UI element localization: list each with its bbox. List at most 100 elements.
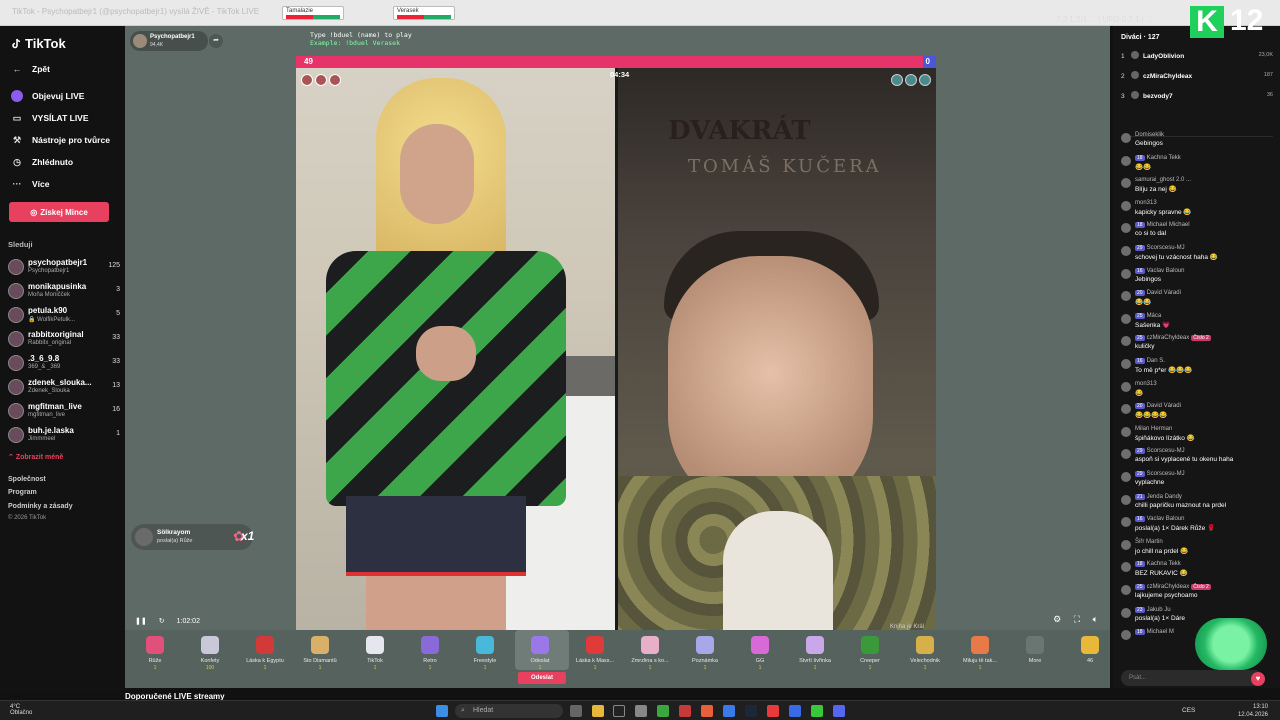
tiktok-app-icon[interactable]	[613, 705, 625, 717]
gift-item[interactable]: 46	[1064, 636, 1116, 682]
gift-item[interactable]: Freestyle 1	[459, 636, 511, 682]
gift-item[interactable]: More	[1009, 636, 1061, 682]
level-badge: 18	[1135, 222, 1145, 229]
nav-explore-live[interactable]: Objevuj LIVE	[10, 87, 84, 105]
task-view-icon[interactable]	[570, 705, 582, 717]
viewer-rank: 3	[1121, 93, 1125, 100]
chat-username: czMiraChyldeax	[1146, 584, 1190, 590]
gift-item[interactable]: Creeper 1	[844, 636, 896, 682]
nav-history[interactable]: ◷ Zhlédnuto	[10, 153, 73, 171]
gifter-avatar[interactable]	[301, 74, 313, 86]
level-badge: 23	[1135, 606, 1145, 613]
gifter-avatar[interactable]	[891, 74, 903, 86]
gifter-avatar[interactable]	[315, 74, 327, 86]
xbox-icon[interactable]	[657, 705, 669, 717]
pause-icon[interactable]: ❚❚	[135, 617, 147, 625]
nav-go-live[interactable]: ▭ VYSÍLAT LIVE	[10, 109, 89, 127]
app-icon[interactable]	[789, 705, 801, 717]
following-sub: Jimmmeel	[28, 436, 56, 442]
following-count: 13	[112, 382, 120, 389]
gift-item[interactable]: Velechodnik 1	[899, 636, 951, 682]
chat-username: Vaclav Baloun	[1146, 516, 1185, 523]
following-name: buh.je.laska	[28, 426, 74, 435]
gift-item[interactable]: Sto Diamantů 1	[294, 636, 346, 682]
get-coins-button[interactable]: ◎ Získej Mince	[9, 202, 109, 222]
chat-meta: 29 Scorscesu-MJ	[1135, 471, 1185, 477]
following-item[interactable]: mgfitman_live mgfitman_live 16	[8, 400, 120, 422]
gift-item[interactable]: TikTok 1	[349, 636, 401, 682]
gifter-avatar[interactable]	[329, 74, 341, 86]
gift-item[interactable]: Miluju tě tak... 1	[954, 636, 1006, 682]
gift-item[interactable]: Retro 1	[404, 636, 456, 682]
app-icon[interactable]	[679, 705, 691, 717]
top-viewer[interactable]: 2 czMiraChyldeax 187	[1121, 71, 1273, 83]
chat-meta: 18 Kachna Tekk	[1135, 561, 1181, 568]
gifter-avatar[interactable]	[919, 74, 931, 86]
level-badge: 16	[1135, 516, 1145, 523]
clock[interactable]: 13:10 12.04.2026	[1238, 703, 1268, 719]
weather-widget[interactable]: 4°C Oblačno	[10, 704, 32, 716]
top-viewer[interactable]: 1 LadyOblivion 23,0K	[1121, 51, 1273, 63]
settings-app-icon[interactable]	[635, 705, 647, 717]
player-controls: ❚❚ ↻ 1:02:02	[135, 614, 212, 628]
gift-icon	[971, 636, 989, 654]
gift-item[interactable]: GG 1	[734, 636, 786, 682]
gift-item[interactable]: Poznámka 1	[679, 636, 731, 682]
chat-meta: 23 Jakub Ju	[1135, 606, 1171, 613]
browser-tab-title[interactable]: TikTok - Psychopatbejr1 (@psychopatbejr1…	[12, 7, 259, 16]
following-item[interactable]: .3_6_9.8 369_& _369 33	[8, 352, 120, 374]
show-less-link[interactable]: ⌃ Zobrazit méně	[8, 453, 63, 461]
footer-link-terms[interactable]: Podmínky a zásady	[8, 503, 73, 510]
volume-icon[interactable]: 🔈︎	[1093, 614, 1098, 624]
taskbar-search[interactable]: ⌕ Hledat	[455, 704, 563, 718]
footer-link-program[interactable]: Program	[8, 489, 37, 496]
gift-item[interactable]: Zmrzlina s ko... 1	[624, 636, 676, 682]
chat-text: 😂	[1135, 389, 1144, 397]
windows-start-icon[interactable]	[436, 705, 448, 717]
level-badge: 29	[1135, 471, 1145, 477]
gifter-avatar[interactable]	[905, 74, 917, 86]
chat-username: David Váradi	[1146, 290, 1181, 297]
chat-username: Scorscesu-MJ	[1146, 448, 1185, 455]
gift-item[interactable]: Láska k Mass... 1	[569, 636, 621, 682]
gift-icon	[861, 636, 879, 654]
share-icon[interactable]: ➦	[209, 34, 223, 48]
steam-icon[interactable]	[745, 705, 757, 717]
footer-link-company[interactable]: Společnost	[8, 476, 46, 483]
send-gift-button[interactable]: Odeslat	[518, 672, 566, 684]
host-name: Psychopatbejr1	[150, 34, 195, 40]
chat-input[interactable]: Psát...	[1121, 670, 1263, 686]
following-item[interactable]: petula.k90 🔒 WolfikPetulk... 5	[8, 304, 120, 326]
gift-item[interactable]: Láska k Egyptu 1	[239, 636, 291, 682]
language-indicator[interactable]: CES	[1182, 707, 1195, 714]
viewers-title[interactable]: Diváci · 127	[1121, 34, 1160, 41]
discord-icon[interactable]	[833, 705, 845, 717]
file-explorer-icon[interactable]	[592, 705, 604, 717]
tiktok-logo[interactable]: TikTok	[10, 36, 66, 51]
firefox-icon[interactable]	[701, 705, 713, 717]
following-item[interactable]: rabbitxoriginal Rabbitx_original 33	[8, 328, 120, 350]
nav-back[interactable]: ← Zpět	[10, 60, 50, 78]
chat-meta: 18 Michael M	[1135, 629, 1174, 636]
play-icon[interactable]	[811, 705, 823, 717]
settings-icon[interactable]: ⚙	[1053, 614, 1061, 624]
following-item[interactable]: psychopatbejr1 Psychopatbejr1 125	[8, 256, 120, 278]
following-item[interactable]: monikapusinka Moňa Moničček 3	[8, 280, 120, 302]
avatar	[1121, 562, 1131, 573]
heart-icon[interactable]: ♥	[1251, 672, 1265, 686]
refresh-icon[interactable]: ↻	[159, 617, 165, 625]
opera-icon[interactable]	[767, 705, 779, 717]
gift-item[interactable]: Růže 1	[129, 636, 181, 682]
nav-more[interactable]: ··· Více	[10, 175, 50, 193]
green-overlay-blob	[1195, 618, 1267, 670]
gift-item[interactable]: Stvrtí švřinka 1	[789, 636, 841, 682]
nav-creator-tools[interactable]: ⚒ Nástroje pro tvůrce	[10, 131, 110, 149]
app-icon[interactable]	[723, 705, 735, 717]
following-item[interactable]: zdenek_slouka... Zdenek_Slouka 13	[8, 376, 120, 398]
fullscreen-icon[interactable]: ⛶	[1074, 614, 1080, 624]
top-viewer[interactable]: 3 bezvody7 36	[1121, 91, 1273, 103]
following-item[interactable]: buh.je.laska Jimmmeel 1	[8, 424, 120, 446]
host-info[interactable]: Psychopatbejr1 94,4K	[130, 31, 208, 51]
gift-price: 1	[538, 665, 542, 671]
gift-item[interactable]: Konfety 100	[184, 636, 236, 682]
